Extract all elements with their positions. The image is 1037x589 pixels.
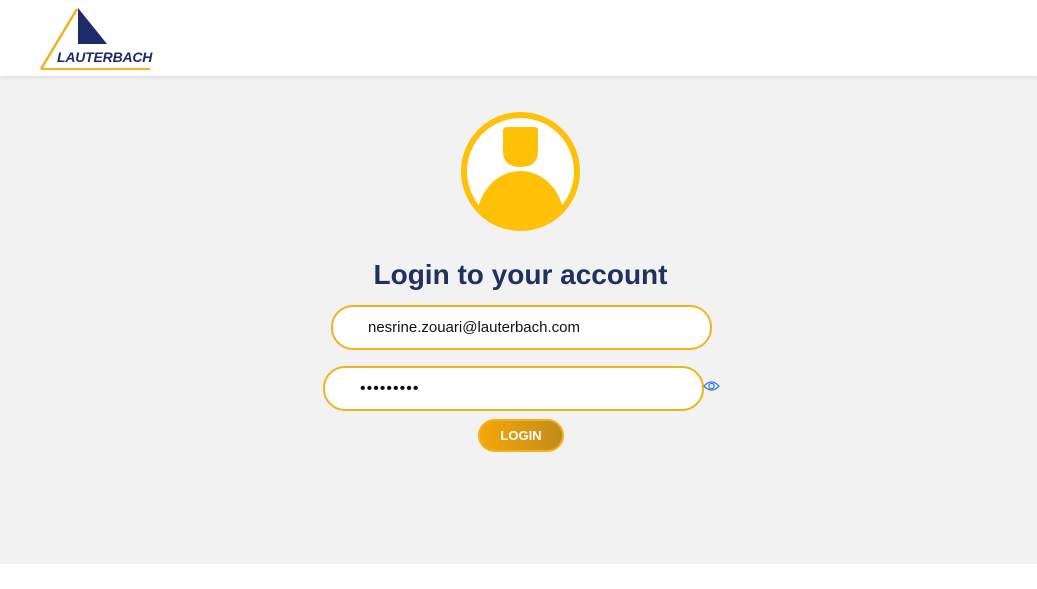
eye-icon[interactable] [703,379,720,393]
password-field[interactable] [323,366,704,411]
login-button[interactable]: LOGIN [478,419,564,452]
lauterbach-logo[interactable]: LAUTERBACH [38,6,153,72]
user-avatar-icon [460,111,581,232]
page-title: Login to your account [373,259,668,290]
email-field[interactable] [331,305,712,350]
top-header: LAUTERBACH [0,0,1037,76]
logo-text: LAUTERBACH [57,49,153,65]
login-panel: Login to your account LOGIN [0,76,1037,564]
